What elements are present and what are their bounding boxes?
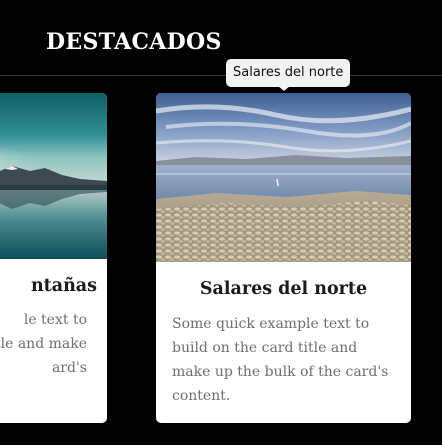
card-salares-del-norte[interactable]: Salares del norte Some quick example tex… — [156, 93, 411, 423]
salt-flat-image — [156, 93, 411, 262]
section-divider — [0, 75, 442, 76]
section-title: DESTACADOS — [46, 29, 222, 55]
mountain-lake-image — [0, 93, 107, 259]
card-text: le text to itle and make ard's — [0, 308, 107, 380]
card-title: Salares del norte — [199, 279, 368, 299]
tooltip: Salares del norte — [226, 59, 351, 87]
card-title: ntañas — [30, 276, 97, 296]
page: DESTACADOS ntañas le text to itle and ma… — [0, 0, 442, 445]
card-text: Some quick example text to build on the … — [172, 316, 389, 404]
card-text-line: itle and make — [0, 336, 87, 352]
card-text-line: le text to — [23, 312, 87, 328]
card-text-line: ard's — [51, 360, 87, 376]
card-image-salt-flats — [156, 93, 411, 262]
tooltip-arrow — [278, 86, 290, 91]
card-image-mountains — [0, 93, 107, 259]
card-montanas[interactable]: ntañas le text to itle and make ard's — [0, 93, 107, 423]
